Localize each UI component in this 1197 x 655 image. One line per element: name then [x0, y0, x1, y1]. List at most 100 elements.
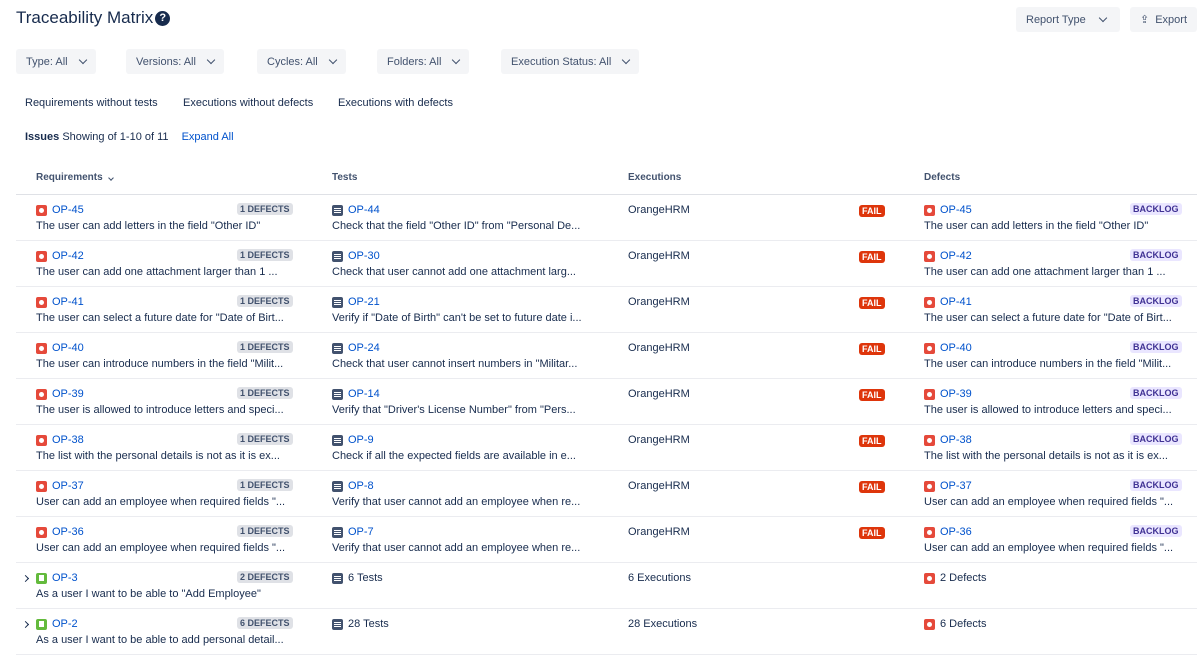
execution-cycle[interactable]: OrangeHRM [628, 388, 690, 400]
chevron-down-icon [328, 55, 337, 65]
test-key[interactable]: OP-24 [332, 342, 380, 354]
help-icon[interactable]: ? [155, 10, 171, 26]
defect-key[interactable]: OP-45 [924, 204, 972, 216]
requirement-key[interactable]: OP-2 [36, 618, 78, 630]
report-type-button[interactable]: Report Type [1016, 7, 1120, 32]
test-key[interactable]: OP-44 [332, 204, 380, 216]
expand-row-chevron-icon[interactable] [21, 574, 30, 583]
defects-count[interactable]: 2 Defects [924, 572, 986, 584]
bug-icon [924, 480, 935, 492]
test-key[interactable]: OP-7 [332, 526, 374, 538]
execution-cycle[interactable]: OrangeHRM [628, 434, 690, 446]
table-row[interactable]: OP-2 6 DEFECTS As a user I want to be able… [16, 609, 1197, 655]
defects-count-badge: 1 DEFECTS [237, 249, 293, 261]
defect-status-badge: BACKLOG [1130, 341, 1182, 353]
execution-cycle[interactable]: OrangeHRM [628, 250, 690, 262]
requirement-summary: The user can introduce numbers in the fi… [36, 358, 284, 370]
test-key[interactable]: OP-21 [332, 296, 380, 308]
bug-icon [924, 572, 935, 584]
quick-filter-executions-with-defects[interactable]: Executions with defects [338, 97, 453, 109]
defect-key[interactable]: OP-36 [924, 526, 972, 538]
test-summary: Verify that "Driver's License Number" fr… [332, 404, 576, 416]
expand-all-link[interactable]: Expand All [182, 131, 234, 143]
execution-cycle[interactable]: OrangeHRM [628, 204, 690, 216]
column-label: Requirements [36, 172, 103, 183]
table-row[interactable]: OP-45 1 DEFECTS The user can add letters i… [16, 195, 1197, 241]
table-row[interactable]: OP-38 1 DEFECTS The list with the personal… [16, 425, 1197, 471]
test-key[interactable]: OP-9 [332, 434, 374, 446]
defect-key[interactable]: OP-41 [924, 296, 972, 308]
defects-count[interactable]: 6 Defects [924, 618, 986, 630]
tests-count[interactable]: 28 Tests [332, 618, 389, 630]
bug-icon [924, 296, 935, 308]
table-row[interactable]: OP-37 1 DEFECTS User can add an employee w… [16, 471, 1197, 517]
filter-versions[interactable]: Versions: All [126, 49, 224, 74]
execution-cycle[interactable]: OrangeHRM [628, 296, 690, 308]
requirement-key[interactable]: OP-41 [36, 296, 84, 308]
requirement-key[interactable]: OP-36 [36, 526, 84, 538]
table-row[interactable]: OP-3 2 DEFECTS As a user I want to be able… [16, 563, 1197, 609]
column-header-defects: Defects [924, 172, 961, 183]
requirement-key[interactable]: OP-39 [36, 388, 84, 400]
defect-key[interactable]: OP-40 [924, 342, 972, 354]
test-key[interactable]: OP-8 [332, 480, 374, 492]
bug-icon [36, 204, 47, 216]
table-row[interactable]: OP-42 1 DEFECTS The user can add one attac… [16, 241, 1197, 287]
defect-key[interactable]: OP-39 [924, 388, 972, 400]
test-icon [332, 342, 343, 354]
execution-status-badge: FAIL [859, 343, 885, 355]
requirement-key-text: OP-42 [52, 250, 84, 262]
quick-filter-requirements-without-tests[interactable]: Requirements without tests [25, 97, 158, 109]
table-row[interactable]: OP-36 1 DEFECTS User can add an employee w… [16, 517, 1197, 563]
defect-summary: The user can select a future date for "D… [924, 312, 1172, 324]
issues-summary: Issues Showing of 1-10 of 11 Expand All [25, 131, 234, 143]
export-button[interactable]: ⇪ Export [1130, 7, 1197, 32]
filter-label: Type: All [26, 55, 68, 68]
defect-summary: User can add an employee when required f… [924, 542, 1174, 554]
defect-summary: The user can add letters in the field "O… [924, 220, 1149, 232]
defect-key[interactable]: OP-37 [924, 480, 972, 492]
defect-key-text: OP-38 [940, 434, 972, 446]
filter-cycles[interactable]: Cycles: All [257, 49, 346, 74]
defects-count-badge: 1 DEFECTS [237, 433, 293, 445]
requirement-key[interactable]: OP-37 [36, 480, 84, 492]
requirement-key[interactable]: OP-3 [36, 572, 78, 584]
table-row[interactable]: OP-39 1 DEFECTS The user is allowed to int… [16, 379, 1197, 425]
execution-cycle[interactable]: OrangeHRM [628, 342, 690, 354]
test-key-text: OP-9 [348, 434, 374, 446]
bug-icon [36, 250, 47, 262]
requirement-key[interactable]: OP-42 [36, 250, 84, 262]
requirement-key[interactable]: OP-45 [36, 204, 84, 216]
executions-count[interactable]: 6 Executions [628, 572, 691, 584]
filter-type[interactable]: Type: All [16, 49, 96, 74]
story-icon [36, 618, 47, 630]
column-header-requirements[interactable]: Requirements [36, 172, 115, 183]
requirement-key[interactable]: OP-40 [36, 342, 84, 354]
chevron-down-icon [1098, 13, 1107, 23]
bug-icon [924, 434, 935, 446]
quick-filter-executions-without-defects[interactable]: Executions without defects [183, 97, 313, 109]
execution-cycle[interactable]: OrangeHRM [628, 480, 690, 492]
requirement-key[interactable]: OP-38 [36, 434, 84, 446]
defect-key[interactable]: OP-38 [924, 434, 972, 446]
page-title-text: Traceability Matrix [16, 8, 154, 27]
test-key[interactable]: OP-30 [332, 250, 380, 262]
expand-row-chevron-icon[interactable] [21, 620, 30, 629]
table-row[interactable]: OP-41 1 DEFECTS The user can select a futu… [16, 287, 1197, 333]
test-key[interactable]: OP-14 [332, 388, 380, 400]
column-header-tests: Tests [332, 172, 358, 183]
filter-execution-status[interactable]: Execution Status: All [501, 49, 640, 74]
table-row[interactable]: OP-40 1 DEFECTS The user can introduce num… [16, 333, 1197, 379]
defect-key[interactable]: OP-42 [924, 250, 972, 262]
execution-cycle[interactable]: OrangeHRM [628, 526, 690, 538]
chevron-down-icon [206, 55, 216, 65]
export-icon: ⇪ [1140, 14, 1150, 26]
defect-summary: The user can add one attachment larger t… [924, 266, 1166, 278]
defect-key-text: OP-42 [940, 250, 972, 262]
filter-folders[interactable]: Folders: All [377, 49, 470, 74]
executions-count[interactable]: 28 Executions [628, 618, 697, 630]
tests-count[interactable]: 6 Tests [332, 572, 383, 584]
execution-status-badge: FAIL [859, 527, 885, 539]
test-key-text: OP-21 [348, 296, 380, 308]
requirement-key-text: OP-45 [52, 204, 84, 216]
